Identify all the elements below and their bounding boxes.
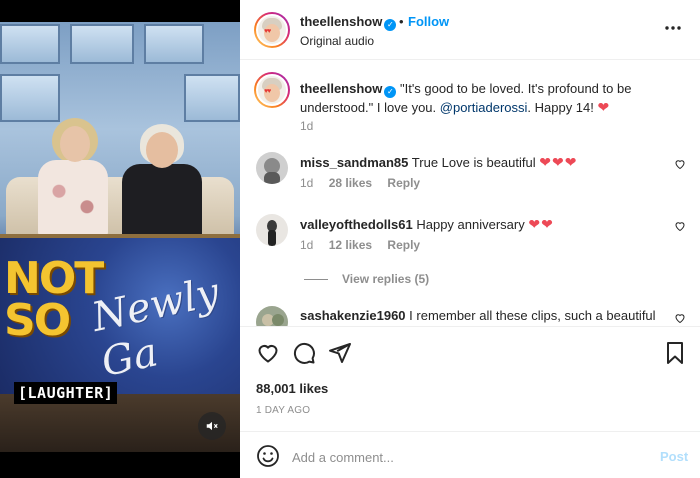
follow-button[interactable]: Follow [408, 14, 449, 29]
guest-face [60, 126, 90, 162]
smiley-icon [257, 445, 279, 467]
set-window [0, 74, 60, 122]
post-comment-button[interactable]: Post [660, 449, 688, 464]
comment-time[interactable]: 1d [300, 176, 313, 190]
bookmark-icon [667, 342, 683, 364]
comment-like-button[interactable] [674, 312, 686, 326]
guest-figure [38, 160, 108, 238]
comment-likes[interactable]: 12 likes [329, 238, 372, 252]
host-face [146, 132, 178, 168]
author-avatar[interactable]: ♥♥ [254, 12, 290, 48]
share-button[interactable] [328, 341, 352, 368]
add-comment-input[interactable] [292, 444, 632, 470]
comment-item: valleyofthedolls61 Happy anniversary ❤❤ … [240, 214, 700, 270]
comment-like-button[interactable] [674, 158, 686, 173]
show-logo-title: NOT SO [4, 253, 104, 346]
heart-outline-icon [675, 314, 685, 324]
post-media[interactable]: NOT SO Newly Ga [LAUGHTER] [0, 0, 240, 478]
caption-username[interactable]: theellenshow [300, 81, 382, 96]
comment-item: sashakenzie1960 I remember all these cli… [240, 306, 700, 326]
post-date[interactable]: 1 DAY AGO [256, 405, 310, 416]
comment-text: True Love is beautiful [411, 155, 536, 170]
comment-likes[interactable]: 28 likes [329, 176, 372, 190]
comment-button[interactable] [292, 341, 316, 368]
reply-button[interactable]: Reply [387, 176, 420, 190]
view-replies-button[interactable]: View replies (5) [304, 272, 429, 286]
commenter-avatar[interactable] [256, 306, 288, 326]
commenter-username[interactable]: valleyofthedolls61 [300, 217, 413, 232]
comment-meta: 1d 12 likes Reply [300, 238, 432, 252]
mute-button[interactable] [198, 412, 226, 440]
save-button[interactable] [664, 341, 686, 368]
caption-author-avatar[interactable]: ♥♥ [254, 72, 290, 108]
set-window [184, 74, 240, 122]
verified-badge-icon: ✓ [384, 19, 397, 31]
set-window [70, 24, 134, 64]
mention-link[interactable]: @portiaderossi [440, 100, 528, 115]
video-caption: [LAUGHTER] [14, 382, 118, 404]
author-username[interactable]: theellenshow ✓ [300, 14, 397, 31]
commenter-username[interactable]: sashakenzie1960 [300, 308, 406, 323]
comment-item: miss_sandman85 True Love is beautiful ❤❤… [240, 152, 700, 208]
post-actions: 88,001 likes 1 DAY AGO Post [240, 326, 700, 470]
more-horizontal-icon [665, 26, 681, 30]
like-button[interactable] [256, 341, 280, 368]
replies-divider [304, 279, 328, 281]
audio-label[interactable]: Original audio [300, 34, 374, 48]
set-window [0, 24, 60, 64]
separator-dot: • [399, 14, 404, 29]
heart-outline-icon [675, 222, 685, 232]
commenter-username[interactable]: miss_sandman85 [300, 155, 408, 170]
post-panel: ♥♥ theellenshow ✓ • Follow Original audio… [240, 0, 700, 478]
paper-plane-icon [329, 343, 351, 363]
reply-button[interactable]: Reply [387, 238, 420, 252]
heart-outline-icon [675, 160, 685, 170]
set-window [144, 24, 204, 64]
caption-timestamp[interactable]: 1d [300, 119, 313, 133]
comment-meta: 1d 28 likes Reply [300, 176, 432, 190]
heart-emoji: ❤❤❤ [539, 154, 578, 170]
heart-emoji: ❤❤ [528, 216, 554, 232]
heart-outline-icon [258, 345, 278, 363]
heart-emoji: ❤ [597, 99, 611, 115]
speaker-muted-icon [206, 421, 218, 431]
comment-bubble-icon [293, 342, 315, 364]
host-figure [122, 164, 202, 240]
comment-text: Happy anniversary [416, 217, 525, 232]
commenter-avatar[interactable] [256, 214, 288, 246]
comment-time[interactable]: 1d [300, 238, 313, 252]
post-header: ♥♥ theellenshow ✓ • Follow Original audio [240, 0, 700, 60]
caption-text: theellenshow ✓ "It's good to be loved. It… [300, 81, 632, 115]
commenter-avatar[interactable] [256, 152, 288, 184]
more-options-button[interactable] [664, 20, 682, 31]
emoji-button[interactable] [256, 444, 280, 471]
video-player[interactable]: NOT SO Newly Ga [LAUGHTER] [0, 22, 240, 452]
likes-count[interactable]: 88,001 likes [256, 381, 328, 396]
comment-text: I remember all these clips, such a beaut… [409, 308, 656, 323]
comment-like-button[interactable] [674, 220, 686, 235]
add-comment-bar: Post [240, 431, 700, 478]
verified-badge-icon: ✓ [384, 86, 397, 98]
